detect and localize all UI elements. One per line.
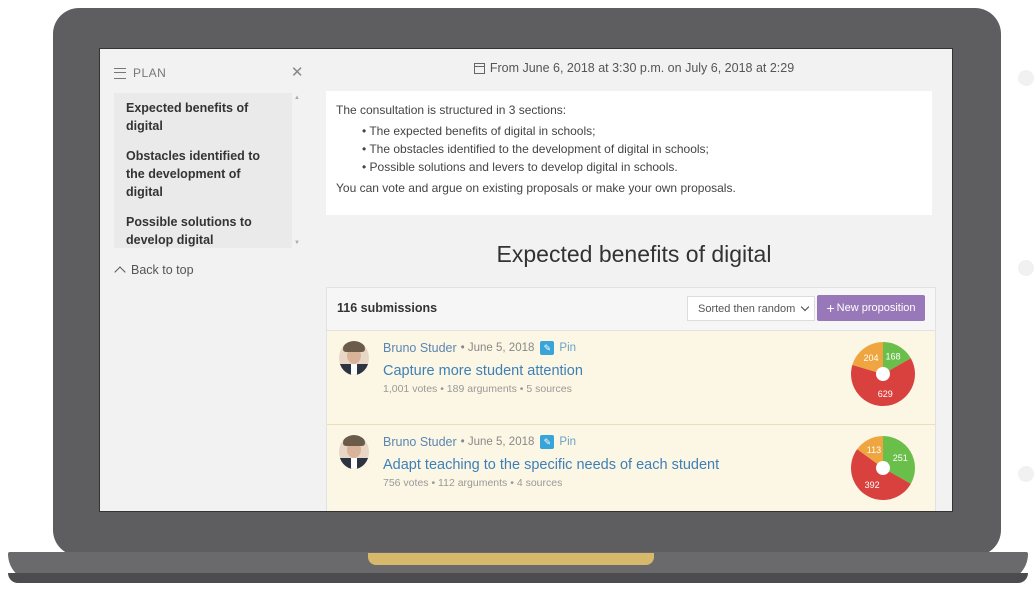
back-to-top-link[interactable]: Back to top [114, 263, 194, 278]
intro-bullet: The expected benefits of digital in scho… [362, 122, 922, 140]
plan-scrollbar[interactable]: ▲ ▼ [294, 93, 300, 248]
intro-footer: You can vote and argue on existing propo… [336, 181, 736, 195]
vote-pie-chart: 251 392 113 [851, 436, 915, 500]
avatar[interactable] [339, 435, 369, 469]
pie-label-mixed: 204 [864, 353, 879, 363]
proposal-stats: 756 votes • 112 arguments • 4 sources [383, 477, 563, 489]
proposal-title[interactable]: Capture more student attention [383, 363, 583, 379]
date-range-text: From June 6, 2018 at 3:30 p.m. on July 6… [489, 61, 795, 75]
chevron-down-icon [800, 302, 810, 312]
intro-box: The consultation is structured in 3 sect… [326, 91, 932, 215]
laptop-base-shadow [8, 573, 1028, 583]
proposal-item: Bruno Studer • June 5, 2018 ✎ Pin Captur… [327, 331, 935, 425]
laptop-screen: PLAN ✕ Expected benefits of digital Obst… [99, 48, 953, 512]
decorative-dot [1018, 466, 1034, 482]
close-icon[interactable]: ✕ [291, 63, 304, 81]
date-range: From June 6, 2018 at 3:30 p.m. on July 6… [316, 61, 952, 75]
proposal-meta: Bruno Studer • June 5, 2018 ✎ Pin [383, 341, 576, 355]
author-link[interactable]: Bruno Studer [383, 435, 457, 449]
plan-item-obstacles[interactable]: Obstacles identified to the development … [114, 141, 292, 207]
intro-bullet: The obstacles identified to the developm… [362, 140, 922, 158]
proposal-meta: Bruno Studer • June 5, 2018 ✎ Pin [383, 435, 576, 449]
menu-icon[interactable] [114, 67, 126, 79]
plan-item-solutions[interactable]: Possible solutions to develop digital [114, 207, 292, 255]
pin-icon[interactable]: ✎ [540, 341, 555, 355]
pin-label[interactable]: Pin [559, 436, 576, 448]
pie-center [876, 461, 890, 475]
new-proposition-button[interactable]: + New proposition [817, 295, 925, 321]
pie-center [876, 367, 890, 381]
decorative-dot [1018, 70, 1034, 86]
vote-pie-chart: 168 629 204 [851, 342, 915, 406]
pie-label-agree: 168 [886, 352, 901, 362]
scroll-up-icon[interactable]: ▲ [294, 95, 300, 101]
proposals-panel: 116 submissions Sorted then random + New… [326, 287, 936, 511]
plan-item-benefits[interactable]: Expected benefits of digital [114, 93, 292, 141]
sort-value: Sorted then random [698, 303, 796, 315]
panel-header: 116 submissions Sorted then random + New… [327, 288, 935, 331]
sort-select[interactable]: Sorted then random [687, 296, 815, 321]
proposal-item: Bruno Studer • June 5, 2018 ✎ Pin Adapt … [327, 425, 935, 511]
section-title: Expected benefits of digital [496, 241, 772, 267]
proposal-date: • June 5, 2018 [460, 436, 535, 448]
pie-label-disagree: 629 [878, 389, 893, 399]
decorative-dot [1018, 260, 1034, 276]
plan-header: PLAN ✕ [114, 63, 304, 83]
submissions-count: 116 submissions [337, 301, 438, 315]
proposal-stats: 1,001 votes • 189 arguments • 5 sources [383, 383, 572, 395]
pin-icon[interactable]: ✎ [540, 435, 555, 449]
laptop-notch [368, 553, 654, 565]
plan-label: PLAN [133, 66, 167, 80]
intro-list: The expected benefits of digital in scho… [336, 122, 922, 176]
proposal-date: • June 5, 2018 [460, 342, 535, 354]
plan-list: Expected benefits of digital Obstacles i… [114, 93, 292, 248]
calendar-icon [473, 62, 485, 74]
main-content: From June 6, 2018 at 3:30 p.m. on July 6… [316, 49, 952, 511]
pie-label-mixed: 113 [867, 445, 881, 455]
avatar[interactable] [339, 341, 369, 375]
proposal-title[interactable]: Adapt teaching to the specific needs of … [383, 457, 719, 473]
intro-bullet: Possible solutions and levers to develop… [362, 158, 922, 176]
pie-label-agree: 251 [893, 453, 908, 463]
intro-lead: The consultation is structured in 3 sect… [336, 103, 567, 117]
pie-label-disagree: 392 [865, 480, 880, 490]
plan-sidebar: PLAN ✕ Expected benefits of digital Obst… [100, 49, 316, 511]
chevron-up-icon [114, 266, 126, 278]
author-link[interactable]: Bruno Studer [383, 341, 457, 355]
plus-icon: + [826, 300, 835, 316]
back-to-top-label: Back to top [131, 263, 194, 277]
scroll-down-icon[interactable]: ▼ [294, 240, 300, 246]
new-proposition-label: New proposition [836, 302, 916, 314]
pin-label[interactable]: Pin [559, 342, 576, 354]
